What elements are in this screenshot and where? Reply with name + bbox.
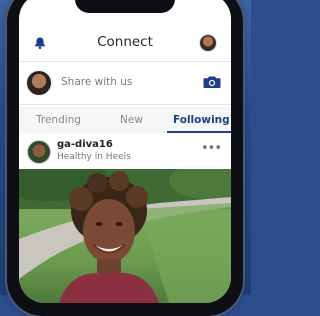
post-username[interactable]: ga-diva16	[57, 139, 113, 150]
feed-tabs: Trending New Following	[19, 107, 231, 133]
post-header: ga-diva16 Healthy in Heels •••	[19, 135, 231, 169]
tab-new[interactable]: New	[120, 114, 143, 126]
camera-icon[interactable]	[203, 75, 221, 89]
post-author-avatar[interactable]	[27, 140, 51, 164]
user-avatar	[25, 69, 53, 97]
share-composer[interactable]: Share with us	[19, 64, 231, 102]
profile-avatar[interactable]	[199, 34, 217, 52]
share-divider	[19, 104, 231, 105]
header: Connect	[19, 25, 231, 61]
header-divider	[19, 61, 231, 62]
more-options-icon[interactable]: •••	[201, 141, 222, 156]
phone-frame: Connect Share with us Trending New Follo…	[7, 0, 243, 316]
share-input[interactable]: Share with us	[61, 76, 132, 88]
phone-notch	[75, 0, 175, 13]
post-photo-illustration	[19, 169, 231, 303]
active-tab-indicator	[167, 131, 231, 133]
tab-following[interactable]: Following	[173, 114, 230, 126]
post-photo[interactable]	[19, 169, 231, 303]
app-screen: Connect Share with us Trending New Follo…	[19, 0, 231, 303]
post-subtitle: Healthy in Heels	[57, 152, 131, 162]
tab-trending[interactable]: Trending	[36, 114, 81, 126]
